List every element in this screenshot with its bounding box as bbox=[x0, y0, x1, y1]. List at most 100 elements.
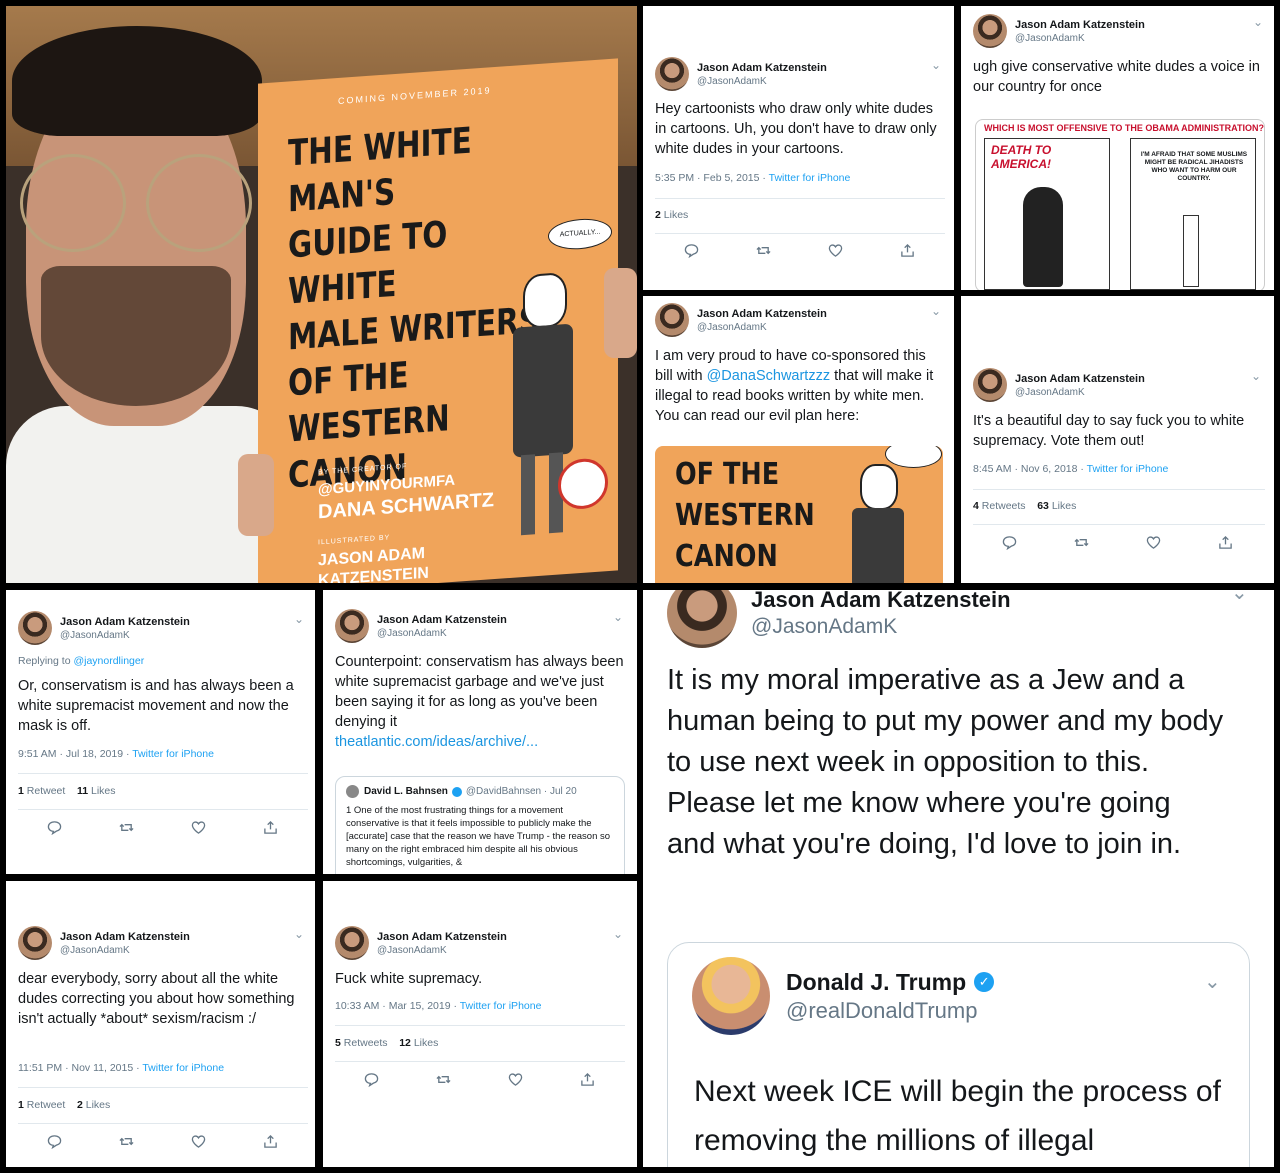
retweet-icon[interactable] bbox=[407, 1072, 479, 1087]
retweet-icon[interactable] bbox=[727, 243, 799, 258]
retweets-label[interactable]: Retweet bbox=[27, 1099, 66, 1111]
retweets-count[interactable]: 5 bbox=[335, 1037, 341, 1049]
likes-count[interactable]: 2 bbox=[655, 209, 661, 221]
share-icon[interactable] bbox=[871, 243, 943, 258]
source-link[interactable]: Twitter for iPhone bbox=[460, 1000, 542, 1012]
tweet-card-cartoonists[interactable]: Jason Adam Katzenstein @JasonAdamK ⌄ Hey… bbox=[643, 6, 954, 290]
chevron-down-icon[interactable]: ⌄ bbox=[294, 612, 304, 626]
avatar[interactable] bbox=[692, 957, 770, 1035]
likes-label[interactable]: Likes bbox=[414, 1037, 439, 1049]
tweet-card-dear-everybody[interactable]: Jason Adam Katzenstein @JasonAdamK ⌄ dea… bbox=[6, 881, 315, 1167]
avatar[interactable] bbox=[18, 926, 52, 960]
avatar[interactable] bbox=[655, 303, 689, 337]
quoted-tweet[interactable]: Donald J. Trump ✓ @realDonaldTrump ⌄ Nex… bbox=[667, 942, 1250, 1167]
source-link[interactable]: Twitter for iPhone bbox=[132, 748, 214, 760]
chevron-down-icon[interactable]: ⌄ bbox=[613, 610, 623, 624]
tweet-card-conservatism-mask[interactable]: Jason Adam Katzenstein @JasonAdamK ⌄ Rep… bbox=[6, 590, 315, 874]
handle[interactable]: @JasonAdamK bbox=[377, 627, 507, 640]
quoted-handle[interactable]: @DavidBahnsen · Jul 20 bbox=[466, 786, 577, 797]
retweets-label[interactable]: Retweets bbox=[344, 1037, 388, 1049]
handle[interactable]: @JasonAdamK bbox=[377, 944, 507, 957]
chevron-down-icon[interactable]: ⌄ bbox=[613, 927, 623, 941]
quoted-tweet[interactable]: David L. Bahnsen @DavidBahnsen · Jul 20 … bbox=[335, 776, 625, 874]
handle[interactable]: @JasonAdamK bbox=[60, 944, 190, 957]
chevron-down-icon[interactable]: ⌄ bbox=[1251, 369, 1261, 383]
retweets-count[interactable]: 1 bbox=[18, 785, 24, 797]
likes-label[interactable]: Likes bbox=[86, 1099, 111, 1111]
like-icon[interactable] bbox=[479, 1072, 551, 1087]
chevron-down-icon[interactable]: ⌄ bbox=[1204, 969, 1221, 994]
quoted-handle[interactable]: @realDonaldTrump bbox=[786, 998, 994, 1024]
likes-label[interactable]: Likes bbox=[664, 209, 689, 221]
chevron-down-icon[interactable]: ⌄ bbox=[294, 927, 304, 941]
share-icon[interactable] bbox=[234, 820, 306, 835]
timestamp[interactable]: 8:45 AM · Nov 6, 2018 · bbox=[973, 463, 1084, 475]
source-link[interactable]: Twitter for iPhone bbox=[142, 1062, 224, 1074]
likes-label[interactable]: Likes bbox=[91, 785, 116, 797]
like-icon[interactable] bbox=[1117, 535, 1189, 550]
likes-count[interactable]: 11 bbox=[77, 785, 88, 797]
retweet-icon[interactable] bbox=[90, 1134, 162, 1149]
reply-icon[interactable] bbox=[335, 1072, 407, 1087]
share-icon[interactable] bbox=[234, 1134, 306, 1149]
avatar[interactable] bbox=[973, 14, 1007, 48]
handle[interactable]: @JasonAdamK bbox=[697, 75, 827, 88]
timestamp[interactable]: 5:35 PM · Feb 5, 2015 · bbox=[655, 172, 766, 184]
retweet-icon[interactable] bbox=[90, 820, 162, 835]
share-icon[interactable] bbox=[551, 1072, 623, 1087]
tweet-card-beautiful-day[interactable]: Jason Adam Katzenstein @JasonAdamK ⌄ It'… bbox=[961, 296, 1274, 583]
like-icon[interactable] bbox=[162, 820, 234, 835]
display-name[interactable]: Jason Adam Katzenstein bbox=[377, 930, 507, 944]
tweet-card-give-voice[interactable]: Jason Adam Katzenstein @JasonAdamK ⌄ ugh… bbox=[961, 6, 1274, 290]
reply-icon[interactable] bbox=[973, 535, 1045, 550]
handle[interactable]: @JasonAdamK bbox=[697, 321, 827, 334]
tweet-card-counterpoint[interactable]: Jason Adam Katzenstein @JasonAdamK ⌄ Cou… bbox=[323, 590, 637, 874]
retweet-icon[interactable] bbox=[1045, 535, 1117, 550]
retweets-count[interactable]: 4 bbox=[973, 500, 979, 512]
avatar[interactable] bbox=[335, 609, 369, 643]
likes-count[interactable]: 12 bbox=[399, 1037, 411, 1049]
reply-to-link[interactable]: @jaynordlinger bbox=[73, 655, 144, 667]
chevron-down-icon[interactable]: ⌄ bbox=[1231, 590, 1248, 605]
display-name[interactable]: Jason Adam Katzenstein bbox=[1015, 18, 1145, 32]
chevron-down-icon[interactable]: ⌄ bbox=[931, 58, 941, 72]
tweet-card-fuck-white-supremacy[interactable]: Jason Adam Katzenstein @JasonAdamK ⌄ Fuc… bbox=[323, 881, 637, 1167]
quoted-name[interactable]: Donald J. Trump bbox=[786, 969, 966, 996]
reply-icon[interactable] bbox=[18, 820, 90, 835]
likes-count[interactable]: 2 bbox=[77, 1099, 83, 1111]
display-name[interactable]: Jason Adam Katzenstein bbox=[60, 615, 190, 629]
source-link[interactable]: Twitter for iPhone bbox=[769, 172, 851, 184]
display-name[interactable]: Jason Adam Katzenstein bbox=[377, 613, 507, 627]
likes-count[interactable]: 63 bbox=[1037, 500, 1049, 512]
reply-icon[interactable] bbox=[655, 243, 727, 258]
chevron-down-icon[interactable]: ⌄ bbox=[1253, 15, 1263, 29]
like-icon[interactable] bbox=[799, 243, 871, 258]
tweet-card-moral-imperative[interactable]: Jason Adam Katzenstein @JasonAdamK ⌄ It … bbox=[643, 590, 1274, 1167]
book-preview-image[interactable]: OF THE WESTERN CANON bbox=[655, 446, 943, 583]
handle[interactable]: @JasonAdamK bbox=[1015, 32, 1145, 45]
mention-link[interactable]: @DanaSchwartzzz bbox=[707, 368, 831, 384]
handle[interactable]: @JasonAdamK bbox=[60, 629, 190, 642]
tweet-card-co-sponsored[interactable]: Jason Adam Katzenstein @JasonAdamK ⌄ I a… bbox=[643, 296, 954, 583]
timestamp[interactable]: 10:33 AM · Mar 15, 2019 · bbox=[335, 1000, 457, 1012]
avatar[interactable] bbox=[346, 785, 359, 798]
chevron-down-icon[interactable]: ⌄ bbox=[931, 304, 941, 318]
retweets-label[interactable]: Retweet bbox=[27, 785, 66, 797]
timestamp[interactable]: 9:51 AM · Jul 18, 2019 · bbox=[18, 748, 129, 760]
display-name[interactable]: Jason Adam Katzenstein bbox=[60, 930, 190, 944]
avatar[interactable] bbox=[973, 368, 1007, 402]
handle[interactable]: @JasonAdamK bbox=[751, 614, 1011, 640]
like-icon[interactable] bbox=[162, 1134, 234, 1149]
display-name[interactable]: Jason Adam Katzenstein bbox=[751, 590, 1011, 614]
cartoon-image[interactable]: WHICH IS MOST OFFENSIVE TO THE OBAMA ADM… bbox=[975, 119, 1265, 290]
source-link[interactable]: Twitter for iPhone bbox=[1087, 463, 1169, 475]
display-name[interactable]: Jason Adam Katzenstein bbox=[697, 307, 827, 321]
handle[interactable]: @JasonAdamK bbox=[1015, 386, 1145, 399]
timestamp[interactable]: 11:51 PM · Nov 11, 2015 · bbox=[18, 1062, 140, 1074]
article-link[interactable]: theatlantic.com/ideas/archive/... bbox=[335, 732, 627, 752]
quoted-name[interactable]: David L. Bahnsen bbox=[364, 786, 448, 797]
display-name[interactable]: Jason Adam Katzenstein bbox=[1015, 372, 1145, 386]
retweets-label[interactable]: Retweets bbox=[982, 500, 1026, 512]
avatar[interactable] bbox=[335, 926, 369, 960]
share-icon[interactable] bbox=[1189, 535, 1261, 550]
